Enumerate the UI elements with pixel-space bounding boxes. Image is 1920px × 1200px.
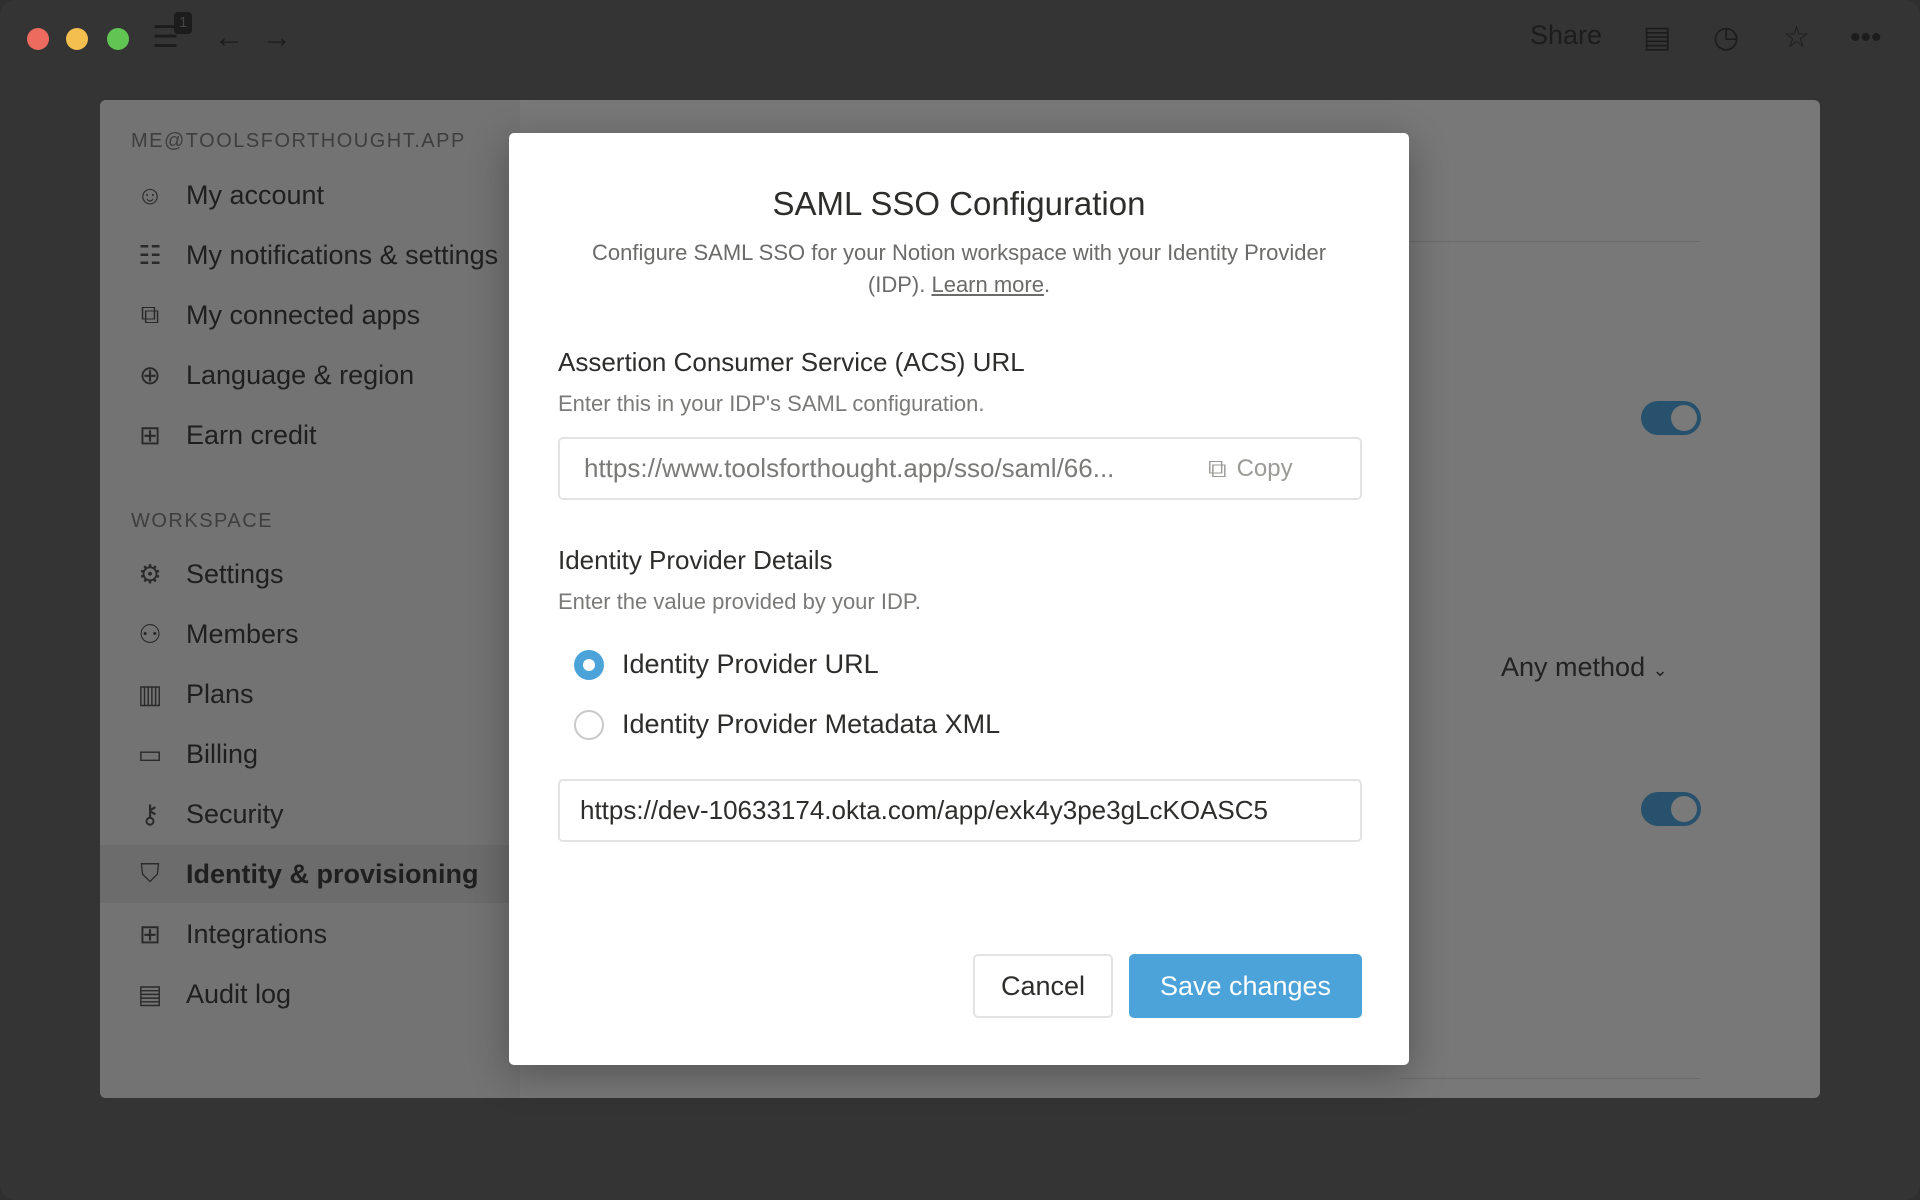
radio-label: Identity Provider URL — [622, 649, 879, 679]
globe-icon: ⊕ — [139, 359, 161, 390]
idp-url-value: https://dev-10633174.okta.com/app/exk4y3… — [580, 795, 1268, 825]
cancel-button[interactable]: Cancel — [973, 954, 1113, 1018]
share-button[interactable]: Share — [1530, 20, 1602, 51]
sidebar-item-language[interactable]: ⊕ Language & region — [100, 346, 520, 404]
idp-url-input[interactable]: https://dev-10633174.okta.com/app/exk4y3… — [558, 779, 1362, 842]
sidebar-item-identity-provisioning[interactable]: ⛉ Identity & provisioning — [100, 845, 520, 903]
sidebar-item-members[interactable]: ⚇ Members — [100, 605, 520, 663]
modal-title: SAML SSO Configuration — [772, 185, 1146, 222]
gear-icon: ⚙ — [138, 558, 162, 589]
saml-sso-modal: SAML SSO Configuration Configure SAML SS… — [509, 133, 1409, 1065]
radio-button[interactable] — [574, 649, 604, 680]
sidebar-item-earn-credit[interactable]: ⊞ Earn credit — [100, 406, 520, 464]
radio-idp-url[interactable]: Identity Provider URL — [574, 649, 879, 680]
app-window: ☰ 1 ← → Share ▤ ◷ ☆ ••• ME@TOOLSFORTHOUGH… — [0, 0, 1920, 1200]
people-icon: ⚇ — [138, 618, 162, 649]
grid-icon: ⊞ — [139, 918, 161, 949]
scroll-icon: ▤ — [137, 978, 163, 1009]
sidebar-item-label: My notifications & settings — [186, 239, 499, 270]
star-icon[interactable]: ☆ — [1783, 18, 1810, 58]
sidebar-item-label: Members — [186, 618, 299, 649]
workspace-header: WORKSPACE — [131, 510, 274, 532]
sidebar-item-label: Settings — [186, 558, 284, 589]
sidebar-item-security[interactable]: ⚷ Security — [100, 785, 520, 843]
chevron-down-icon: ⌄ — [1652, 660, 1668, 680]
minimize-window-button[interactable] — [66, 28, 88, 50]
key-icon: ⚷ — [140, 798, 160, 829]
sidebar-item-label: Integrations — [186, 918, 328, 949]
maximize-window-button[interactable] — [107, 28, 129, 50]
sidebar-item-notifications[interactable]: ☷ My notifications & settings — [100, 226, 520, 284]
sidebar-icon[interactable]: ☰ 1 — [152, 12, 193, 58]
idp-hint: Enter the value provided by your IDP. — [558, 589, 921, 614]
sidebar-item-label: My account — [186, 179, 325, 210]
radio-button[interactable] — [574, 709, 604, 740]
shield-icon: ⛉ — [140, 858, 160, 888]
sidebar-item-integrations[interactable]: ⊞ Integrations — [100, 905, 520, 963]
acs-url-field[interactable]: https://www.toolsforthought.app/sso/saml… — [558, 437, 1362, 500]
acs-url-value: https://www.toolsforthought.app/sso/saml… — [584, 453, 1115, 483]
sidebar-item-label: Audit log — [186, 978, 292, 1009]
sidebar-item-label: Earn credit — [186, 419, 317, 450]
avatar: ☺ — [136, 179, 164, 210]
sidebar-item-settings[interactable]: ⚙ Settings — [100, 545, 520, 603]
acs-hint: Enter this in your IDP's SAML configurat… — [558, 391, 985, 416]
radio-label: Identity Provider Metadata XML — [622, 709, 1001, 739]
acs-heading: Assertion Consumer Service (ACS) URL — [558, 347, 1025, 377]
sidebar-item-label: Billing — [186, 738, 259, 769]
sliders-icon: ☷ — [138, 239, 162, 270]
sidebar-item-billing[interactable]: ▭ Billing — [100, 725, 520, 783]
radio-idp-metadata-xml[interactable]: Identity Provider Metadata XML — [574, 709, 1000, 740]
gift-icon: ⊞ — [139, 419, 161, 450]
sidebar-item-label: Security — [186, 798, 284, 829]
sidebar-item-plans[interactable]: ▥ Plans — [100, 665, 520, 723]
copy-icon: ⧉ — [1208, 452, 1227, 483]
forward-arrow-icon[interactable]: → — [262, 18, 292, 58]
sidebar-item-audit-log[interactable]: ▤ Audit log — [100, 965, 520, 1023]
setting-toggle[interactable] — [1641, 401, 1701, 435]
settings-sidebar: ME@TOOLSFORTHOUGHT.APP ☺ My account ☷ My n… — [100, 100, 520, 1098]
sidebar-item-label: Plans — [186, 678, 254, 709]
account-header: ME@TOOLSFORTHOUGHT.APP — [131, 130, 466, 152]
idp-heading: Identity Provider Details — [558, 545, 833, 575]
save-changes-button[interactable]: Save changes — [1129, 954, 1362, 1018]
clock-icon[interactable]: ◷ — [1713, 18, 1739, 58]
sidebar-item-connected-apps[interactable]: ⧉ My connected apps — [100, 286, 520, 344]
copy-button[interactable]: ⧉ Copy — [1208, 453, 1293, 485]
close-window-button[interactable] — [27, 28, 49, 50]
comment-icon[interactable]: ▤ — [1643, 18, 1671, 58]
learn-more-link[interactable]: Learn more — [931, 272, 1044, 297]
external-link-icon: ⧉ — [140, 299, 160, 329]
sidebar-item-label: Identity & provisioning — [186, 858, 479, 889]
method-select[interactable]: Any method ⌄ — [1501, 652, 1668, 683]
sidebar-item-label: Language & region — [186, 359, 415, 390]
back-arrow-icon[interactable]: ← — [214, 18, 244, 58]
divider — [1400, 1078, 1700, 1079]
divider — [1400, 241, 1700, 242]
sidebar-item-my-account[interactable]: ☺ My account — [100, 166, 520, 224]
more-icon[interactable]: ••• — [1850, 18, 1882, 58]
sidebar-item-label: My connected apps — [186, 299, 421, 330]
map-icon: ▥ — [137, 678, 163, 709]
tab-count-badge: 1 — [174, 12, 193, 34]
modal-subtitle: Configure SAML SSO for your Notion works… — [591, 240, 1327, 297]
credit-card-icon: ▭ — [137, 738, 163, 769]
setting-toggle[interactable] — [1641, 792, 1701, 826]
